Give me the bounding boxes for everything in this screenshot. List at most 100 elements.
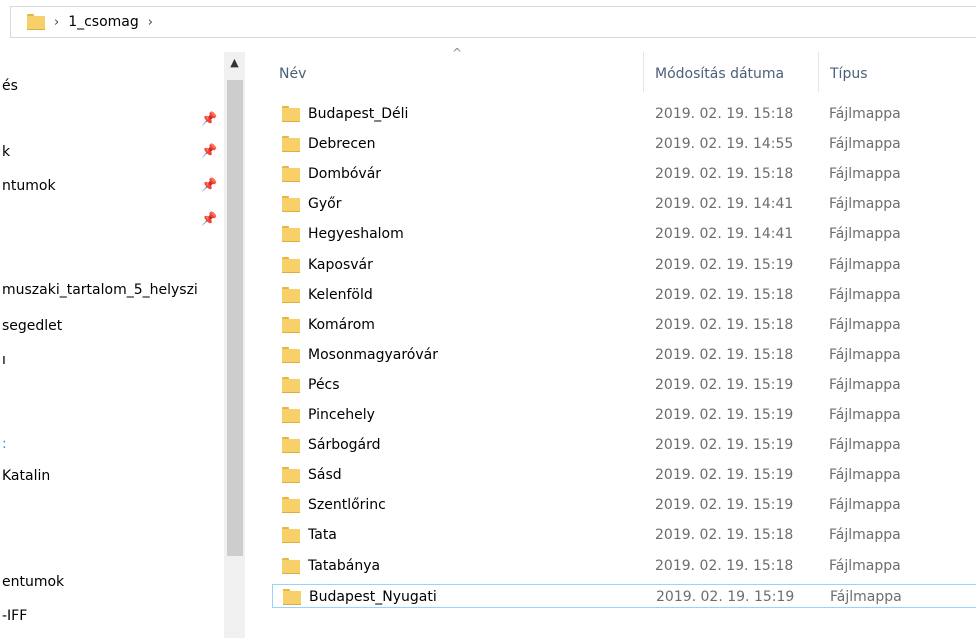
table-row[interactable]: Hegyeshalom 2019. 02. 19. 14:41 Fájlmappa: [272, 222, 976, 246]
file-type: Fájlmappa: [829, 527, 901, 544]
sidebar-item[interactable]: Katalin: [0, 464, 224, 488]
sidebar-item[interactable]: ı: [0, 348, 224, 372]
table-row[interactable]: Kelenföld 2019. 02. 19. 15:18 Fájlmappa: [272, 283, 976, 307]
table-row[interactable]: Pincehely 2019. 02. 19. 15:19 Fájlmappa: [272, 403, 976, 427]
modified-date: 2019. 02. 19. 14:41: [655, 226, 794, 243]
table-row[interactable]: Kaposvár 2019. 02. 19. 15:19 Fájlmappa: [272, 253, 976, 277]
table-row[interactable]: Tatabánya 2019. 02. 19. 15:18 Fájlmappa: [272, 554, 976, 578]
navigation-pane: és 📌 k 📌 ntumok 📌 📌 muszaki_tartalom_5_h…: [0, 52, 224, 638]
folder-icon: [282, 376, 300, 393]
file-name: Mosonmagyaróvár: [308, 346, 438, 363]
column-header-modified[interactable]: Módosítás dátuma: [655, 62, 784, 86]
folder-icon: [282, 256, 300, 273]
pin-icon[interactable]: 📌: [201, 112, 217, 128]
column-header-type[interactable]: Típus: [830, 62, 868, 86]
file-name: Pincehely: [308, 407, 375, 423]
table-row[interactable]: Dombóvár 2019. 02. 19. 15:18 Fájlmappa: [272, 162, 976, 186]
file-type: Fájlmappa: [829, 106, 901, 122]
file-type: Fájlmappa: [829, 226, 901, 243]
scroll-up-arrow-icon[interactable]: ▲: [224, 52, 245, 74]
sidebar-item[interactable]: segedlet: [0, 314, 224, 338]
sidebar-item[interactable]: muszaki_tartalom_5_helyszi: [0, 278, 224, 302]
folder-icon: [282, 166, 300, 183]
sidebar-item[interactable]: entumok: [0, 570, 224, 594]
file-type: Fájlmappa: [829, 376, 901, 393]
modified-date: 2019. 02. 19. 15:19: [655, 256, 794, 273]
table-row[interactable]: Tata 2019. 02. 19. 15:18 Fájlmappa: [272, 523, 976, 547]
chevron-right-icon[interactable]: ›: [54, 15, 59, 30]
table-row[interactable]: Győr 2019. 02. 19. 14:41 Fájlmappa: [272, 192, 976, 216]
pin-icon[interactable]: 📌: [201, 178, 217, 194]
folder-icon: [282, 527, 300, 544]
file-name: Győr: [308, 196, 342, 213]
sidebar-item[interactable]: :: [0, 432, 224, 456]
chevron-right-icon[interactable]: ›: [148, 15, 153, 30]
sidebar-item[interactable]: ntumok 📌: [0, 174, 224, 198]
file-name: Kaposvár: [308, 256, 373, 273]
file-name: Budapest_Déli: [308, 106, 409, 122]
modified-date: 2019. 02. 19. 15:19: [656, 588, 795, 605]
table-row[interactable]: Sárbogárd 2019. 02. 19. 15:19 Fájlmappa: [272, 433, 976, 457]
file-type: Fájlmappa: [829, 407, 901, 423]
pin-icon[interactable]: 📌: [201, 144, 217, 160]
folder-icon: [282, 106, 300, 122]
table-row[interactable]: Budapest_Nyugati 2019. 02. 19. 15:19 Fájlm…: [272, 583, 976, 608]
folder-icon: [282, 316, 300, 333]
sidebar-item[interactable]: k 📌: [0, 140, 224, 164]
modified-date: 2019. 02. 19. 15:18: [655, 166, 794, 183]
table-row[interactable]: Debrecen 2019. 02. 19. 14:55 Fájlmappa: [272, 132, 976, 156]
scroll-thumb[interactable]: [227, 80, 243, 556]
modified-date: 2019. 02. 19. 14:41: [655, 196, 794, 213]
modified-date: 2019. 02. 19. 15:19: [655, 407, 794, 423]
modified-date: 2019. 02. 19. 15:18: [655, 527, 794, 544]
folder-icon: [282, 437, 300, 454]
folder-icon: [282, 286, 300, 303]
table-row[interactable]: Sásd 2019. 02. 19. 15:19 Fájlmappa: [272, 463, 976, 487]
sidebar-item[interactable]: 📌: [0, 208, 224, 232]
file-type: Fájlmappa: [829, 136, 901, 153]
file-type: Fájlmappa: [830, 588, 902, 605]
file-type: Fájlmappa: [829, 286, 901, 303]
file-name: Budapest_Nyugati: [309, 588, 437, 605]
folder-icon: [27, 14, 45, 30]
file-name: Pécs: [308, 376, 340, 393]
table-row[interactable]: Komárom 2019. 02. 19. 15:18 Fájlmappa: [272, 313, 976, 337]
table-row[interactable]: Pécs 2019. 02. 19. 15:19 Fájlmappa: [272, 373, 976, 397]
folder-icon: [282, 346, 300, 363]
folder-icon: [282, 557, 300, 574]
file-name: Tata: [308, 527, 337, 544]
column-divider[interactable]: [818, 52, 819, 92]
folder-icon: [282, 467, 300, 484]
file-type: Fájlmappa: [829, 316, 901, 333]
address-bar[interactable]: › 1_csomag ›: [10, 6, 976, 38]
table-row[interactable]: Budapest_Déli 2019. 02. 19. 15:18 Fájlmapp…: [272, 102, 976, 126]
folder-icon: [282, 136, 300, 153]
column-divider[interactable]: [643, 52, 644, 92]
sidebar-scrollbar[interactable]: ▲: [224, 52, 245, 638]
pin-icon[interactable]: 📌: [201, 212, 217, 228]
modified-date: 2019. 02. 19. 15:18: [655, 106, 794, 122]
table-row[interactable]: Mosonmagyaróvár 2019. 02. 19. 15:18 Fájlma…: [272, 343, 976, 367]
sidebar-item[interactable]: -IFF: [0, 604, 224, 628]
file-type: Fájlmappa: [829, 467, 901, 484]
table-row[interactable]: Szentlőrinc 2019. 02. 19. 15:19 Fájlmappa: [272, 493, 976, 517]
modified-date: 2019. 02. 19. 15:19: [655, 437, 794, 454]
modified-date: 2019. 02. 19. 15:19: [655, 376, 794, 393]
folder-icon: [282, 407, 300, 423]
file-type: Fájlmappa: [829, 166, 901, 183]
file-name: Szentlőrinc: [308, 497, 386, 514]
file-name: Tatabánya: [308, 557, 381, 574]
file-list: ^ Név Módosítás dátuma Típus Budapest_Dé…: [245, 46, 976, 638]
modified-date: 2019. 02. 19. 15:19: [655, 467, 794, 484]
file-name: Sásd: [308, 467, 342, 484]
file-type: Fájlmappa: [829, 437, 901, 454]
column-header-name[interactable]: Név: [279, 62, 306, 86]
modified-date: 2019. 02. 19. 15:18: [655, 286, 794, 303]
sidebar-item[interactable]: és: [0, 74, 224, 98]
file-type: Fájlmappa: [829, 196, 901, 213]
modified-date: 2019. 02. 19. 14:55: [655, 136, 794, 153]
breadcrumb-1-csomag[interactable]: 1_csomag: [68, 14, 139, 30]
file-type: Fájlmappa: [829, 346, 901, 363]
sidebar-item[interactable]: 📌: [0, 108, 224, 132]
file-name: Kelenföld: [308, 286, 373, 303]
